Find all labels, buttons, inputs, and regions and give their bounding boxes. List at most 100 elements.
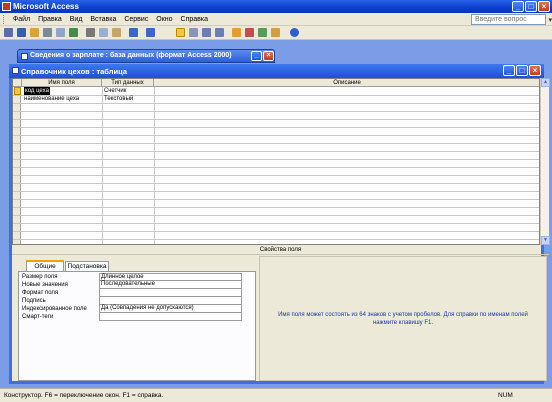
- status-text: Конструктор. F6 = переключение окон. F1 …: [4, 392, 164, 399]
- property-label: Смарт-теги: [22, 314, 54, 320]
- table-maximize-icon[interactable]: □: [516, 65, 528, 76]
- menu-insert[interactable]: Вставка: [87, 13, 119, 26]
- table-icon: [12, 67, 19, 74]
- field-name-cell[interactable]: наименование цеха: [24, 95, 79, 103]
- copy-icon[interactable]: [99, 28, 108, 37]
- field-properties-panel: Размер поля Длинное целое Новые значения…: [18, 271, 256, 381]
- database-window-icon[interactable]: [258, 28, 267, 37]
- property-label: Индексированное поле: [22, 306, 87, 312]
- delete-rows-icon[interactable]: [215, 28, 224, 37]
- column-header-description: Описание: [154, 79, 539, 87]
- field-properties-header: Свойства поля: [12, 245, 549, 255]
- table-design-window: Справочник цехов : таблица _ □ × Имя пол…: [9, 64, 550, 384]
- grid-row-line: [13, 215, 539, 216]
- build-icon[interactable]: [245, 28, 254, 37]
- property-value[interactable]: [99, 297, 242, 305]
- grid-row-line: [13, 223, 539, 224]
- grid-row-line: [13, 151, 539, 152]
- property-value[interactable]: [99, 289, 242, 297]
- spelling-icon[interactable]: [69, 28, 78, 37]
- database-window-tab[interactable]: Сведения о зарплате : база данных (форма…: [17, 49, 275, 63]
- primary-key-icon: [14, 87, 21, 95]
- property-label: Размер поля: [22, 274, 58, 280]
- print-icon[interactable]: [43, 28, 52, 37]
- column-header-data-type: Тип данных: [102, 79, 154, 87]
- field-hint-panel: Имя поля может состоять из 64 знаков с у…: [259, 256, 547, 381]
- access-app-icon[interactable]: [2, 2, 11, 11]
- grid-row-line: [13, 175, 539, 176]
- redo-icon[interactable]: [146, 28, 155, 37]
- maximize-icon[interactable]: □: [525, 1, 537, 12]
- status-bar: Конструктор. F6 = переключение окон. F1 …: [0, 388, 552, 402]
- tab-general[interactable]: Общие: [26, 260, 64, 271]
- grid-row-line: [13, 167, 539, 168]
- app-titlebar: Microsoft Access _ □ ×: [0, 0, 552, 13]
- app-title: Microsoft Access: [13, 2, 79, 11]
- primary-key-icon[interactable]: [176, 28, 185, 37]
- data-type-cell[interactable]: Счетчик: [104, 87, 126, 95]
- grid-row-line: [13, 183, 539, 184]
- menu-edit[interactable]: Правка: [35, 13, 65, 26]
- grid-row-line: [13, 95, 539, 96]
- preview-icon[interactable]: [56, 28, 65, 37]
- help-question-input[interactable]: Введите вопрос: [471, 14, 546, 25]
- grid-corner: [13, 79, 22, 87]
- database-icon: [21, 53, 28, 60]
- table-close-icon[interactable]: ×: [529, 65, 541, 76]
- property-label: Новые значения: [22, 282, 68, 288]
- menu-file[interactable]: Файл: [10, 13, 33, 26]
- grid-row-line: [13, 159, 539, 160]
- property-value[interactable]: [99, 313, 242, 321]
- property-label: Подпись: [22, 298, 46, 304]
- grid-row-line: [13, 207, 539, 208]
- data-type-cell[interactable]: Текстовый: [104, 95, 133, 103]
- menu-window[interactable]: Окно: [153, 13, 175, 26]
- chevron-down-icon[interactable]: ▾: [548, 16, 552, 24]
- property-value[interactable]: Да (Совпадения не допускаются): [99, 305, 242, 313]
- menu-view[interactable]: Вид: [67, 13, 86, 26]
- grid-row-line: [13, 127, 539, 128]
- save-icon[interactable]: [17, 28, 26, 37]
- grid-vertical-scrollbar[interactable]: ▲ ▼: [540, 78, 550, 245]
- grid-row-line: [13, 143, 539, 144]
- table-window-titlebar[interactable]: Справочник цехов : таблица _ □ ×: [9, 64, 544, 78]
- db-close-icon[interactable]: ×: [263, 51, 274, 61]
- new-object-icon[interactable]: [271, 28, 280, 37]
- undo-icon[interactable]: [129, 28, 138, 37]
- minimize-icon[interactable]: _: [512, 1, 524, 12]
- close-icon[interactable]: ×: [538, 1, 550, 12]
- cut-icon[interactable]: [86, 28, 95, 37]
- grid-row-line: [13, 119, 539, 120]
- property-label: Формат поля: [22, 290, 59, 296]
- field-name-cell[interactable]: код цеха: [24, 87, 50, 95]
- table-minimize-icon[interactable]: _: [503, 65, 515, 76]
- column-header-field-name: Имя поля: [22, 79, 102, 87]
- paste-icon[interactable]: [112, 28, 121, 37]
- property-value[interactable]: Длинное целое: [99, 273, 242, 281]
- db-minimize-icon[interactable]: _: [251, 51, 262, 61]
- field-hint-text: Имя поля может состоять из 64 знаков с у…: [278, 311, 528, 326]
- property-value[interactable]: Последовательные: [99, 281, 242, 289]
- grid-row-line: [13, 135, 539, 136]
- insert-rows-icon[interactable]: [202, 28, 211, 37]
- scroll-up-icon[interactable]: ▲: [541, 78, 550, 87]
- toolbar: [0, 26, 552, 40]
- grid-row-line: [13, 103, 539, 104]
- search-icon[interactable]: [30, 28, 39, 37]
- menu-help[interactable]: Справка: [178, 13, 211, 26]
- menu-grip[interactable]: [3, 15, 6, 24]
- menu-bar: Файл Правка Вид Вставка Сервис Окно Спра…: [0, 13, 552, 26]
- scroll-down-icon[interactable]: ▼: [541, 236, 550, 245]
- field-grid: Имя поля Тип данных Описание код цеха Сч…: [12, 78, 540, 245]
- grid-row-line: [13, 231, 539, 232]
- properties-icon[interactable]: [232, 28, 241, 37]
- indexes-icon[interactable]: [189, 28, 198, 37]
- view-icon[interactable]: [4, 28, 13, 37]
- table-window-title: Справочник цехов : таблица: [21, 67, 127, 76]
- menu-tools[interactable]: Сервис: [121, 13, 151, 26]
- tab-lookup[interactable]: Подстановка: [65, 261, 109, 271]
- grid-row-line: [13, 239, 539, 240]
- grid-row-line: [13, 199, 539, 200]
- num-lock-indicator: NUM: [498, 392, 513, 399]
- help-icon[interactable]: [290, 28, 299, 37]
